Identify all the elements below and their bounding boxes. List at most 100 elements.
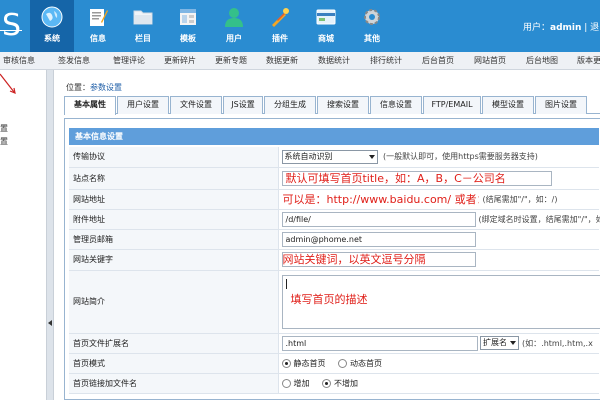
field-label: 站点名称: [69, 167, 279, 190]
field-label: 首页文件扩展名: [69, 333, 279, 354]
nav-label: 信息: [90, 34, 106, 43]
nav-other[interactable]: 其他: [350, 0, 394, 52]
field-hint: (如：.html,.htm,.x: [522, 338, 593, 348]
left-sidebar: 置 置: [0, 70, 46, 400]
site-url-input[interactable]: 可以是：http://www.baidu.com/ 或者：/: [281, 191, 480, 207]
quick-menu-item[interactable]: 管理评论: [113, 55, 145, 66]
settings-tabs: 基本属性 用户设置 文件设置 JS设置 分组生成 搜索设置 信息设置 FTP/E…: [64, 96, 600, 115]
template-icon: [180, 9, 196, 25]
attach-url-input[interactable]: /d/file/: [281, 211, 476, 227]
nav-label: 用户: [226, 34, 242, 43]
username[interactable]: admin: [550, 23, 581, 33]
sidebar-item[interactable]: 置: [0, 123, 8, 134]
radio-add-filename[interactable]: [281, 378, 291, 388]
breadcrumb-prefix: 位置：: [66, 83, 90, 92]
radio-label: 静态首页: [293, 358, 326, 368]
form-row-keywords: 网站关键字 网站关键词，以英文逗号分隔: [69, 249, 599, 271]
protocol-select-value: 系统自动识别: [284, 151, 333, 161]
nav-system[interactable]: 系统: [30, 0, 74, 52]
nav-column[interactable]: 栏目: [121, 0, 165, 52]
breadcrumb-link[interactable]: 参数设置: [90, 83, 122, 92]
ext-select[interactable]: 扩展名: [480, 336, 520, 350]
keywords-annotation: 网站关键词，以英文逗号分隔: [282, 253, 426, 266]
field-hint: (一般默认即可，使用https需要服务器支持): [383, 152, 538, 162]
text-cursor: [285, 278, 287, 289]
form-row-attach-url: 附件地址 /d/file/(绑定域名时设置，结尾需加"/"，如：/d/: [69, 209, 600, 230]
logo-underline: [0, 30, 22, 31]
radio-static-home[interactable]: [281, 358, 291, 368]
document-edit-icon: [90, 9, 108, 26]
quick-menu-item[interactable]: 审核信息: [3, 55, 35, 66]
tab-ftp-email[interactable]: FTP/EMAIL: [423, 96, 481, 114]
quick-menu-item[interactable]: 网站首页: [474, 55, 506, 66]
nav-label: 栏目: [135, 34, 151, 43]
radio-label: 动态首页: [350, 358, 383, 368]
quick-menu-item[interactable]: 更新专题: [215, 55, 247, 66]
radio-label: 增加: [293, 378, 310, 388]
site-name-annotation: 默认可填写首页title，如：A，B，C－公司名: [285, 171, 506, 185]
protocol-select[interactable]: 系统自动识别: [281, 149, 378, 164]
user-icon: [225, 8, 243, 27]
radio-dynamic-home[interactable]: [338, 358, 348, 368]
tab-search[interactable]: 搜索设置: [317, 96, 369, 114]
description-textarea[interactable]: 填写首页的描述: [281, 274, 600, 329]
quick-menu-item[interactable]: 数据更新: [266, 55, 298, 66]
settings-form: 传输协议 系统自动识别 (一般默认即可，使用https需要服务器支持) 站点名称…: [69, 147, 600, 394]
quick-menu-item[interactable]: 更新碎片: [164, 55, 196, 66]
field-label: 网站地址: [69, 189, 279, 210]
ext-input[interactable]: .html: [281, 335, 478, 351]
sidebar-collapse-bar[interactable]: [46, 70, 54, 400]
nav-label: 模板: [180, 34, 196, 43]
field-label: 网站简介: [69, 270, 279, 334]
nav-label: 其他: [364, 34, 380, 43]
logout-link[interactable]: | 退: [581, 23, 599, 33]
tab-group[interactable]: 分组生成: [264, 96, 316, 114]
quick-menu-item[interactable]: 后台地图: [526, 55, 558, 66]
folder-icon: [133, 10, 153, 25]
arrow-icon: [0, 73, 16, 94]
nav-template[interactable]: 模板: [166, 0, 210, 52]
admin-email-input[interactable]: admin@phome.net: [281, 231, 476, 247]
field-hint: (结尾需加"/"，如：/): [482, 194, 558, 204]
form-row-site-name: 站点名称 默认可填写首页title，如：A，B，C－公司名: [69, 167, 599, 190]
site-name-input[interactable]: 默认可填写首页title，如：A，B，C－公司名: [281, 170, 552, 186]
settings-panel: 基本信息设置 传输协议 系统自动识别 (一般默认即可，使用https需要服务器支…: [64, 118, 600, 400]
keywords-input[interactable]: 网站关键词，以英文逗号分隔: [281, 252, 476, 267]
plugin-tools-icon: [272, 8, 289, 27]
tab-info[interactable]: 信息设置: [370, 96, 422, 114]
field-hint: (绑定域名时设置，结尾需加"/"，如：/d/: [478, 214, 600, 224]
quick-menu-item[interactable]: 数据统计: [318, 55, 350, 66]
field-label: 网站关键字: [69, 249, 279, 271]
form-row-link-file: 首页链接加文件名 增加 不增加: [69, 373, 599, 394]
form-row-protocol: 传输协议 系统自动识别 (一般默认即可，使用https需要服务器支持): [69, 147, 599, 168]
tab-user[interactable]: 用户设置: [117, 96, 169, 114]
tab-basic[interactable]: 基本属性: [64, 96, 116, 115]
quick-menu-item[interactable]: 排行统计: [370, 55, 402, 66]
sidebar-item[interactable]: 置: [0, 136, 8, 147]
shop-card-icon: [316, 9, 336, 25]
nav-info[interactable]: 信息: [76, 0, 120, 52]
field-label: 管理员邮箱: [69, 229, 279, 250]
tab-model[interactable]: 模型设置: [482, 96, 534, 114]
tab-image[interactable]: 图片设置: [535, 96, 587, 114]
field-label: 首页链接加文件名: [69, 373, 279, 394]
globe-icon: [41, 6, 63, 28]
form-row-ext: 首页文件扩展名 .html 扩展名 (如：.html,.htm,.x: [69, 333, 599, 354]
site-url-annotation: 可以是：http://www.baidu.com/ 或者：/: [282, 192, 480, 206]
top-header: S 系统 信息 栏目 模板 用户 插件 商城 其他 用户：admin | 退: [0, 0, 600, 52]
nav-shop[interactable]: 商城: [304, 0, 348, 52]
field-label: 附件地址: [69, 209, 279, 230]
quick-menu-item[interactable]: 签发信息: [58, 55, 90, 66]
tab-js[interactable]: JS设置: [223, 96, 263, 114]
chevron-down-icon: [510, 340, 517, 345]
description-annotation: 填写首页的描述: [290, 292, 368, 306]
quick-menu-item[interactable]: 版本更: [577, 55, 600, 66]
tab-file[interactable]: 文件设置: [170, 96, 222, 114]
nav-user[interactable]: 用户: [212, 0, 256, 52]
user-prefix: 用户：: [523, 23, 551, 33]
chevron-down-icon: [368, 154, 375, 159]
quick-menu-item[interactable]: 后台首页: [422, 55, 454, 66]
nav-plugin[interactable]: 插件: [258, 0, 302, 52]
quick-menu: 审核信息 签发信息 管理评论 更新碎片 更新专题 数据更新 数据统计 排行统计 …: [0, 52, 600, 70]
radio-no-filename[interactable]: [322, 378, 332, 388]
